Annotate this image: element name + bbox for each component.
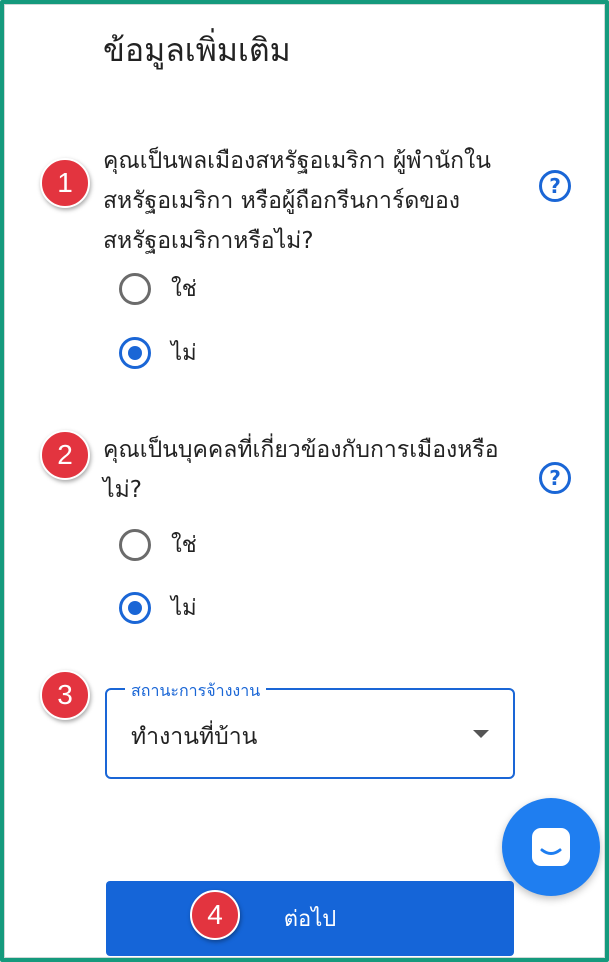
help-icon[interactable]: ? xyxy=(539,462,571,494)
question-us-person: คุณเป็นพลเมืองสหรัฐอเมริกา ผู้พำนักในสหร… xyxy=(103,148,491,254)
employment-status-label: สถานะการจ้างงาน xyxy=(125,679,267,704)
radio-label: ใช่ xyxy=(171,533,197,558)
radio-label: ใช่ xyxy=(171,277,197,302)
radio-option-yes[interactable]: ใช่ xyxy=(119,271,197,306)
employment-status-value: ทำงานที่บ้าน xyxy=(131,724,258,750)
next-button[interactable]: ต่อไป xyxy=(106,881,514,956)
question-pep: คุณเป็นบุคคลที่เกี่ยวข้องกับการเมืองหรือ… xyxy=(103,437,499,503)
radio-option-yes[interactable]: ใช่ xyxy=(119,527,197,562)
form-screen: ข้อมูลเพิ่มเติม คุณเป็นพลเมืองสหรัฐอเมริ… xyxy=(4,4,605,958)
page-title: ข้อมูลเพิ่มเติม xyxy=(103,31,291,69)
step-badge-3: 3 xyxy=(40,670,90,720)
step-badge-4: 4 xyxy=(190,890,240,940)
help-icon[interactable]: ? xyxy=(539,170,571,202)
radio-label: ไม่ xyxy=(171,596,197,621)
dropdown-caret-icon[interactable] xyxy=(473,730,489,738)
chat-icon xyxy=(532,828,570,866)
radio-option-no[interactable]: ไม่ xyxy=(119,335,197,370)
step-badge-1: 1 xyxy=(40,158,90,208)
radio-option-no[interactable]: ไม่ xyxy=(119,590,197,625)
radio-button[interactable] xyxy=(119,528,151,561)
radio-button[interactable] xyxy=(119,272,151,305)
step-badge-2: 2 xyxy=(40,430,90,480)
radio-label: ไม่ xyxy=(171,341,197,366)
radio-button-selected[interactable] xyxy=(119,336,151,369)
radio-button-selected[interactable] xyxy=(119,591,151,624)
chat-button[interactable] xyxy=(502,798,600,896)
